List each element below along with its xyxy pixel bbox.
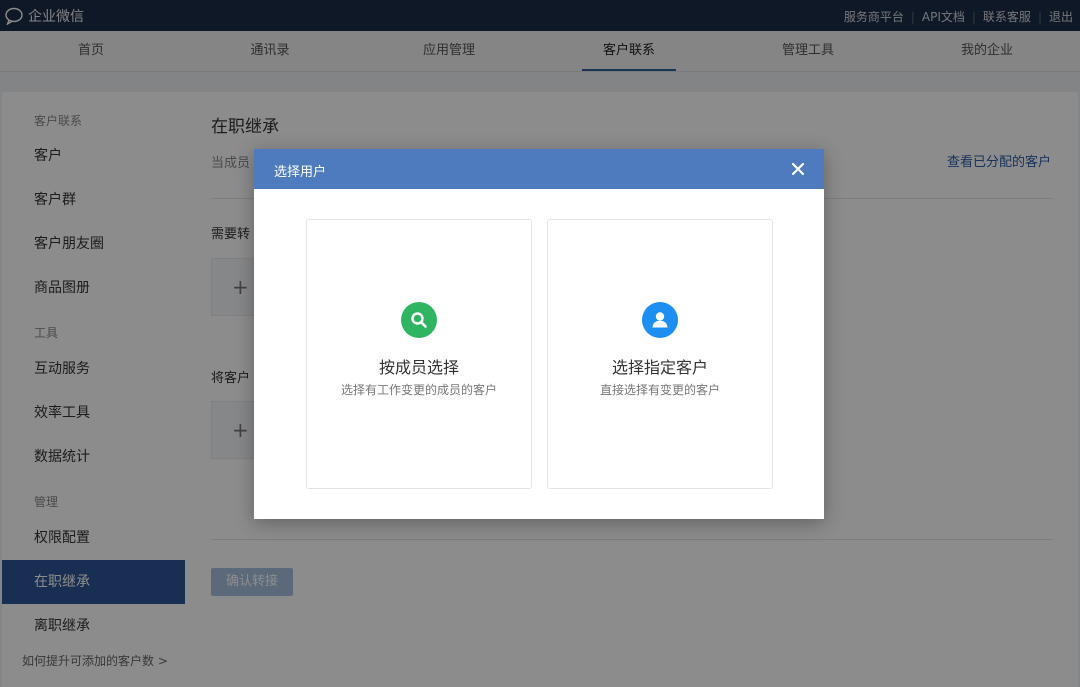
select-user-modal: 选择用户 按成员选择 选择有工作变更的成员的客户 选择指定客户 直接选择有变更的…	[254, 149, 824, 519]
card-subtitle: 选择有工作变更的成员的客户	[340, 383, 497, 397]
user-icon	[642, 302, 678, 338]
card-title: 按成员选择	[378, 358, 459, 377]
modal-title: 选择用户	[274, 165, 327, 180]
modal-header: 选择用户	[254, 149, 824, 189]
search-icon	[401, 302, 437, 338]
card-title: 选择指定客户	[611, 358, 708, 377]
close-icon[interactable]	[788, 159, 808, 179]
select-by-member-card[interactable]: 按成员选择 选择有工作变更的成员的客户	[306, 219, 532, 489]
card-subtitle: 直接选择有变更的客户	[599, 383, 720, 397]
select-specific-customer-card[interactable]: 选择指定客户 直接选择有变更的客户	[547, 219, 773, 489]
